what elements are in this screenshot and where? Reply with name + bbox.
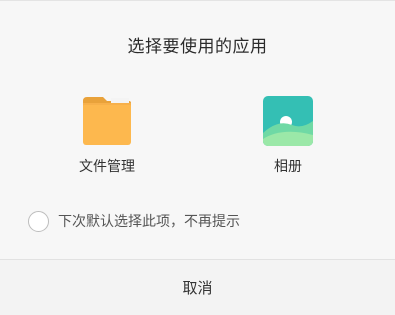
remember-choice-label: 下次默认选择此项，不再提示 [58,214,240,230]
gallery-icon [263,96,313,146]
dialog-title: 选择要使用的应用 [127,37,268,57]
app-label-files: 文件管理 [79,159,135,175]
app-chooser-dialog: 选择要使用的应用 文件管理 相册 下次默认选择此项，不再提示 取消 [0,0,395,315]
app-label-gallery: 相册 [274,159,302,175]
app-option-gallery[interactable]: 相册 [228,95,348,176]
cancel-button[interactable]: 取消 [0,260,395,315]
folder-icon [83,97,131,145]
remember-choice-option[interactable]: 下次默认选择此项，不再提示 [28,209,240,233]
app-option-files[interactable]: 文件管理 [47,95,167,176]
remember-choice-radio[interactable] [28,210,49,232]
